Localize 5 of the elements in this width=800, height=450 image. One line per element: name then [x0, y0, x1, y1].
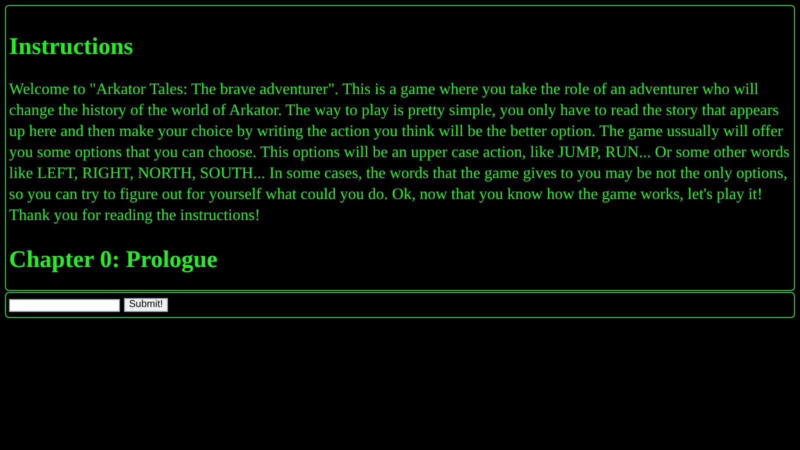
- instructions-paragraph: Welcome to "Arkator Tales: The brave adventurer". This is a game where you take the role of an adventurer who will change the history of the world of Arkator. The way to play is pretty simple, you only have to read the story that appears up here and then make your choice by writing the action you think will be the better option. The game ussually will offer you some options that you can choose. This options will be an upper case action, like JUMP, RUN... Or some other words like LEFT, RIGHT, NORTH, SOUTH... In some cases, the words that the game gives to you may be not the only options, so you can try to figure out for yourself what could you do. Ok, now that you know how the game works, let's play it! Thank you for reading the instructions!: [9, 80, 790, 226]
- submit-button[interactable]: Submit!: [124, 298, 168, 312]
- instructions-heading: Instructions: [9, 33, 134, 61]
- chapter-heading: Chapter 0: Prologue: [9, 246, 218, 274]
- action-input-field[interactable]: [9, 298, 120, 312]
